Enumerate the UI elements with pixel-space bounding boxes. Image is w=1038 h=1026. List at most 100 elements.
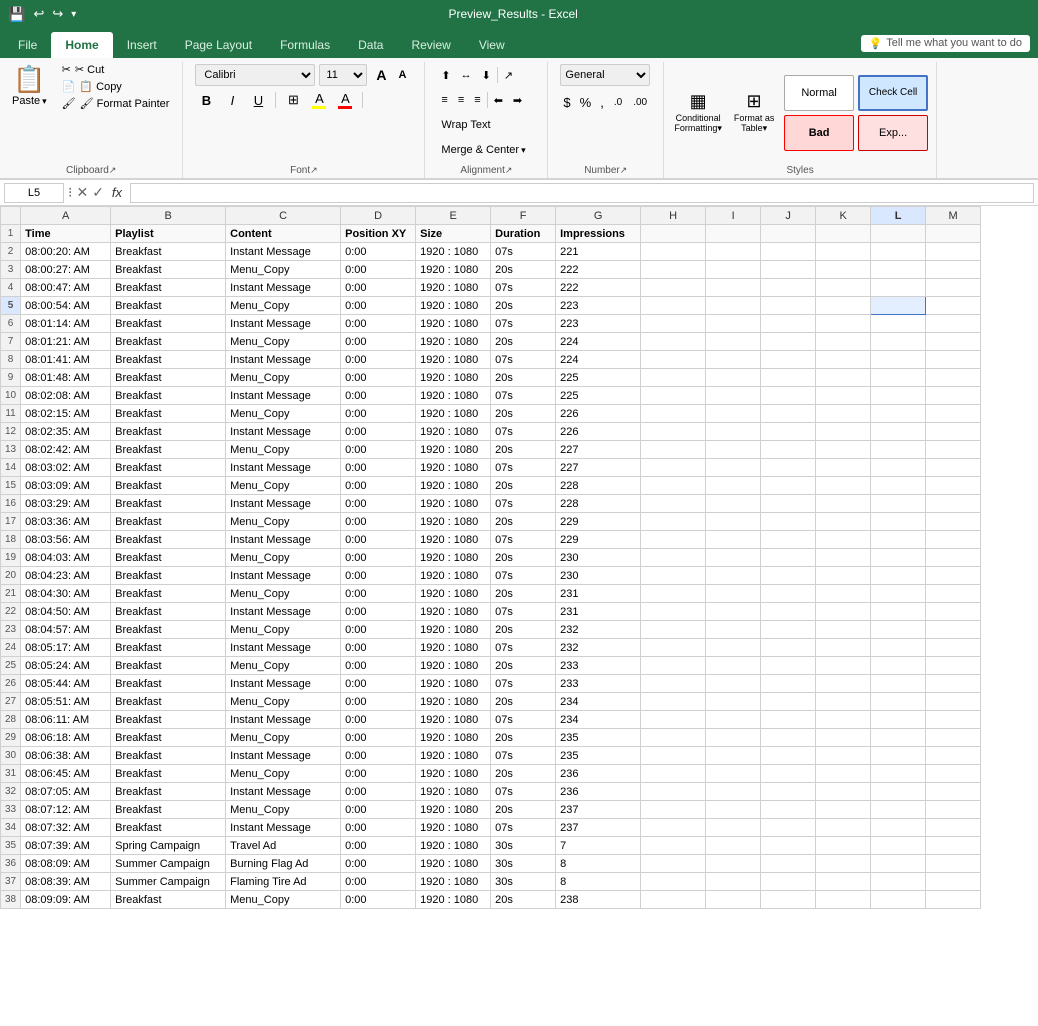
cell-C3[interactable]: Menu_Copy <box>226 261 341 279</box>
cell-D25[interactable]: 0:00 <box>341 657 416 675</box>
col-header-K[interactable]: K <box>816 207 871 225</box>
tab-view[interactable]: View <box>465 32 519 58</box>
cell-E1[interactable]: Size <box>416 225 491 243</box>
row-number-9[interactable]: 9 <box>1 369 21 387</box>
cell-B34[interactable]: Breakfast <box>111 819 226 837</box>
cell-H1[interactable] <box>641 225 706 243</box>
align-left-button[interactable]: ≡ <box>437 89 451 111</box>
cell-A8[interactable]: 08:01:41: AM <box>21 351 111 369</box>
tab-file[interactable]: File <box>4 32 51 58</box>
cell-C21[interactable]: Menu_Copy <box>226 585 341 603</box>
cell-B16[interactable]: Breakfast <box>111 495 226 513</box>
cell-F27[interactable]: 20s <box>491 693 556 711</box>
cell-F30[interactable]: 07s <box>491 747 556 765</box>
cell-K14[interactable] <box>816 459 871 477</box>
cell-E29[interactable]: 1920 : 1080 <box>416 729 491 747</box>
cell-H9[interactable] <box>641 369 706 387</box>
row-number-22[interactable]: 22 <box>1 603 21 621</box>
cell-L17[interactable] <box>871 513 926 531</box>
cell-K25[interactable] <box>816 657 871 675</box>
cell-H4[interactable] <box>641 279 706 297</box>
cell-L32[interactable] <box>871 783 926 801</box>
cell-E34[interactable]: 1920 : 1080 <box>416 819 491 837</box>
cell-H2[interactable] <box>641 243 706 261</box>
cell-G22[interactable]: 231 <box>556 603 641 621</box>
cell-I21[interactable] <box>706 585 761 603</box>
col-header-M[interactable]: M <box>926 207 981 225</box>
cell-A13[interactable]: 08:02:42: AM <box>21 441 111 459</box>
cell-I5[interactable] <box>706 297 761 315</box>
cell-M30[interactable] <box>926 747 981 765</box>
cell-H17[interactable] <box>641 513 706 531</box>
cell-L31[interactable] <box>871 765 926 783</box>
cell-B7[interactable]: Breakfast <box>111 333 226 351</box>
cell-D6[interactable]: 0:00 <box>341 315 416 333</box>
cell-D29[interactable]: 0:00 <box>341 729 416 747</box>
cell-B30[interactable]: Breakfast <box>111 747 226 765</box>
decrease-decimal-button[interactable]: .00 <box>629 91 651 113</box>
row-number-37[interactable]: 37 <box>1 873 21 891</box>
cell-L21[interactable] <box>871 585 926 603</box>
cell-F38[interactable]: 20s <box>491 891 556 909</box>
cell-F14[interactable]: 07s <box>491 459 556 477</box>
cell-K18[interactable] <box>816 531 871 549</box>
cell-F34[interactable]: 07s <box>491 819 556 837</box>
number-format-select[interactable]: General <box>560 64 650 86</box>
cell-K19[interactable] <box>816 549 871 567</box>
cell-K29[interactable] <box>816 729 871 747</box>
cell-A18[interactable]: 08:03:56: AM <box>21 531 111 549</box>
cell-K33[interactable] <box>816 801 871 819</box>
cell-D8[interactable]: 0:00 <box>341 351 416 369</box>
cell-L2[interactable] <box>871 243 926 261</box>
format-as-table-button[interactable]: ⊞ Format asTable▾ <box>728 95 780 131</box>
row-number-5[interactable]: 5 <box>1 297 21 315</box>
row-number-29[interactable]: 29 <box>1 729 21 747</box>
increase-font-size-button[interactable]: A <box>371 65 391 85</box>
cell-E25[interactable]: 1920 : 1080 <box>416 657 491 675</box>
cell-M1[interactable] <box>926 225 981 243</box>
cell-A38[interactable]: 08:09:09: AM <box>21 891 111 909</box>
cell-J25[interactable] <box>761 657 816 675</box>
cell-E36[interactable]: 1920 : 1080 <box>416 855 491 873</box>
cell-G18[interactable]: 229 <box>556 531 641 549</box>
cell-E3[interactable]: 1920 : 1080 <box>416 261 491 279</box>
cell-G17[interactable]: 229 <box>556 513 641 531</box>
cell-A2[interactable]: 08:00:20: AM <box>21 243 111 261</box>
cell-L5[interactable] <box>871 297 926 315</box>
row-number-25[interactable]: 25 <box>1 657 21 675</box>
cell-A9[interactable]: 08:01:48: AM <box>21 369 111 387</box>
bad-style-button[interactable]: Bad <box>784 115 854 151</box>
cell-B12[interactable]: Breakfast <box>111 423 226 441</box>
cell-A11[interactable]: 08:02:15: AM <box>21 405 111 423</box>
cell-E13[interactable]: 1920 : 1080 <box>416 441 491 459</box>
cell-C4[interactable]: Instant Message <box>226 279 341 297</box>
undo-icon[interactable]: ↩ <box>33 6 44 22</box>
redo-icon[interactable]: ↪ <box>52 6 63 22</box>
cell-C37[interactable]: Flaming Tire Ad <box>226 873 341 891</box>
cell-M11[interactable] <box>926 405 981 423</box>
cell-A21[interactable]: 08:04:30: AM <box>21 585 111 603</box>
cell-A23[interactable]: 08:04:57: AM <box>21 621 111 639</box>
cell-H6[interactable] <box>641 315 706 333</box>
cell-C30[interactable]: Instant Message <box>226 747 341 765</box>
cell-L28[interactable] <box>871 711 926 729</box>
cell-L1[interactable] <box>871 225 926 243</box>
cell-D31[interactable]: 0:00 <box>341 765 416 783</box>
cell-M21[interactable] <box>926 585 981 603</box>
cell-J29[interactable] <box>761 729 816 747</box>
cell-A12[interactable]: 08:02:35: AM <box>21 423 111 441</box>
cell-F31[interactable]: 20s <box>491 765 556 783</box>
cell-J20[interactable] <box>761 567 816 585</box>
cell-J36[interactable] <box>761 855 816 873</box>
cell-M33[interactable] <box>926 801 981 819</box>
cell-I27[interactable] <box>706 693 761 711</box>
cell-J24[interactable] <box>761 639 816 657</box>
cell-K10[interactable] <box>816 387 871 405</box>
cell-D12[interactable]: 0:00 <box>341 423 416 441</box>
cell-E5[interactable]: 1920 : 1080 <box>416 297 491 315</box>
cell-C10[interactable]: Instant Message <box>226 387 341 405</box>
cell-J3[interactable] <box>761 261 816 279</box>
cell-I31[interactable] <box>706 765 761 783</box>
cell-D33[interactable]: 0:00 <box>341 801 416 819</box>
cell-B35[interactable]: Spring Campaign <box>111 837 226 855</box>
